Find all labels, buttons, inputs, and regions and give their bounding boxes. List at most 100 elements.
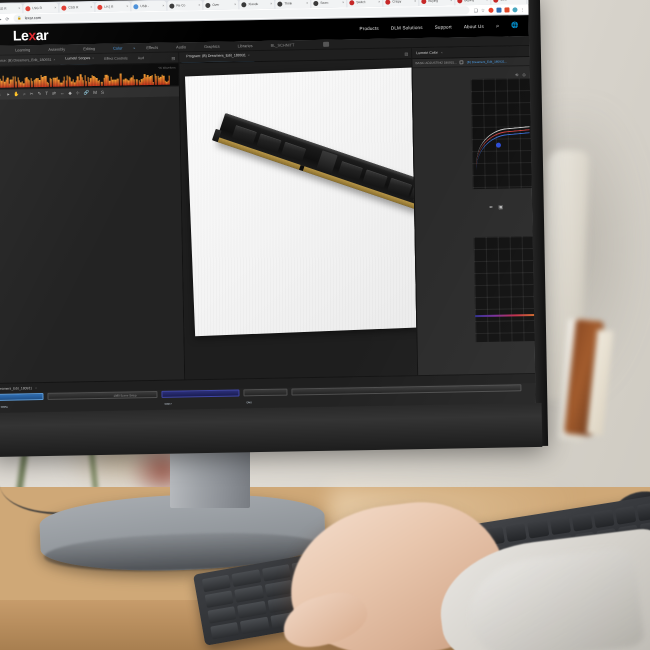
type-icon[interactable]: T: [45, 91, 48, 97]
extension-bag-icon[interactable]: [496, 7, 501, 12]
browser-tab[interactable]: Xiaodu ×: [239, 0, 274, 9]
search-icon[interactable]: ⌕: [496, 23, 499, 29]
reload-icon[interactable]: ⟳: [5, 16, 9, 21]
browser-tab[interactable]: Switch ×: [347, 0, 382, 7]
globe-icon[interactable]: 🌐: [511, 23, 519, 29]
workspace-graphics[interactable]: Graphics: [195, 41, 229, 52]
tab-close-icon[interactable]: ×: [18, 6, 20, 10]
razor-icon[interactable]: ✂: [30, 91, 34, 97]
workspace-bl-schnitt[interactable]: BL_SCHNITT: [261, 40, 303, 51]
rate-icon[interactable]: ↔: [60, 91, 65, 97]
hue-saturation-graph[interactable]: [474, 236, 536, 342]
tab-close-icon[interactable]: ×: [414, 0, 416, 3]
bookmark-icon[interactable]: ❏: [474, 7, 478, 12]
browser-tab[interactable]: Think ×: [275, 0, 310, 9]
workspace-options-icon[interactable]: [323, 42, 329, 47]
nav-item-support[interactable]: Support: [435, 24, 452, 30]
browser-tab[interactable]: Buying ×: [455, 0, 490, 5]
extension-red-icon[interactable]: [488, 7, 493, 12]
tab-close-icon[interactable]: ×: [270, 2, 272, 6]
auto-icon[interactable]: ⊙: [522, 72, 525, 77]
eyedropper-icon[interactable]: ✒: [489, 205, 493, 211]
tab-close-icon[interactable]: ×: [248, 50, 250, 61]
pointer-icon[interactable]: ▸: [7, 92, 9, 98]
hand-icon[interactable]: ✋: [14, 91, 20, 97]
tab-close-icon[interactable]: ×: [90, 5, 92, 9]
snap-icon[interactable]: ⊹: [76, 90, 80, 96]
tab-source-monitor[interactable]: Source: (B) Dreamers_Edit_180931 ×: [0, 54, 60, 66]
tab-close-icon[interactable]: ×: [522, 0, 524, 1]
tab-effect-controls[interactable]: Effect Controls: [99, 53, 133, 65]
forward-icon[interactable]: ▶: [0, 16, 2, 21]
tab-lumetri-scopes[interactable]: Lumetri Scopes ×: [60, 53, 99, 66]
browser-tab[interactable]: CSG R ×: [59, 2, 94, 13]
ripple-icon[interactable]: ⇄: [52, 91, 56, 97]
browser-tab[interactable]: CSG R ×: [0, 3, 22, 14]
menu-icon[interactable]: ⋮: [520, 7, 525, 12]
curve-tools: ✒ ▣: [489, 205, 503, 211]
link-icon[interactable]: 🔗: [84, 90, 90, 96]
workspace-libraries[interactable]: Libraries: [229, 40, 262, 51]
browser-tab[interactable]: Crispy ×: [383, 0, 418, 7]
ram-gold-contacts: [218, 137, 418, 214]
program-monitor-canvas[interactable]: 00:00:14:03 Fit ¼ ⚙ ⟦⟧ ⌸: [179, 59, 417, 411]
workspace-editing[interactable]: Editing: [74, 43, 104, 54]
tab-close-icon[interactable]: ×: [198, 3, 200, 7]
browser-tab[interactable]: LH.] R ×: [95, 1, 130, 12]
workspace-learning[interactable]: Learning: [6, 45, 39, 56]
curve-control-point[interactable]: [496, 143, 501, 148]
tab-audio[interactable]: Aud: [133, 53, 150, 64]
tab-close-icon[interactable]: ×: [35, 386, 37, 390]
tab-close-icon[interactable]: ×: [53, 54, 55, 65]
tab-favicon: [313, 0, 318, 5]
workspace-audio[interactable]: Audio: [167, 42, 195, 53]
browser-tab[interactable]: Re Co ×: [167, 0, 202, 11]
browser-tab[interactable]: LSG R ×: [23, 3, 58, 14]
tab-favicon: [169, 3, 174, 8]
tab-close-icon[interactable]: ×: [92, 53, 94, 64]
lumetri-toggle-checkbox[interactable]: [460, 60, 464, 64]
tab-close-icon[interactable]: ×: [306, 1, 308, 5]
solo-icon[interactable]: S: [101, 90, 104, 96]
profile-icon[interactable]: [512, 7, 517, 12]
extension-orange-icon[interactable]: [504, 7, 509, 12]
browser-tab[interactable]: Searc ×: [311, 0, 346, 8]
nav-item-dlm-solutions[interactable]: DLM Solutions: [391, 25, 423, 32]
workspace-color[interactable]: Color: [104, 43, 131, 53]
workspace-effects[interactable]: Effects: [137, 42, 167, 53]
tab-close-icon[interactable]: ×: [162, 4, 164, 8]
tab-close-icon[interactable]: ×: [450, 0, 452, 2]
mute-icon[interactable]: M: [93, 90, 97, 96]
tab-close-icon[interactable]: ×: [486, 0, 488, 2]
reset-icon[interactable]: ⟲: [515, 72, 518, 77]
tab-close-icon[interactable]: ×: [234, 2, 236, 6]
tab-close-icon[interactable]: ×: [54, 6, 56, 10]
pen-icon[interactable]: ✎: [38, 91, 42, 97]
tab-favicon: [277, 1, 282, 6]
tab-close-icon[interactable]: ×: [126, 4, 128, 8]
timeline-title: Dreamers_Edit_180931: [0, 386, 32, 391]
zoom-icon[interactable]: ⌕: [23, 91, 26, 97]
tab-close-icon[interactable]: ×: [441, 51, 443, 55]
monitor-stand-neck: [170, 446, 250, 508]
browser-tab[interactable]: Over ×: [491, 0, 526, 5]
panel-menu-icon[interactable]: ▤: [401, 51, 411, 56]
timeline-clip[interactable]: DNS: [243, 389, 287, 397]
marker-icon[interactable]: ◆: [68, 90, 72, 96]
workspace-assembly[interactable]: Assembly: [39, 44, 74, 55]
tab-close-icon[interactable]: ×: [342, 0, 344, 4]
browser-tab[interactable]: Buying ×: [419, 0, 454, 6]
browser-tab[interactable]: Over ×: [203, 0, 238, 10]
timeline-clip[interactable]: [47, 391, 157, 400]
panel-menu-icon[interactable]: ▤: [168, 55, 178, 60]
timeline-clip[interactable]: C0051: [0, 393, 44, 401]
nav-item-products[interactable]: Products: [359, 25, 378, 31]
timeline-clip[interactable]: C0077: [161, 389, 239, 397]
nav-item-about-us[interactable]: About Us: [464, 23, 484, 29]
clip-label: C0051: [0, 406, 8, 409]
lexar-logo[interactable]: Lexar: [13, 27, 49, 42]
curve-reset-icon[interactable]: ▣: [498, 205, 503, 211]
browser-tab[interactable]: USB - ×: [131, 1, 166, 12]
star-icon[interactable]: ☆: [481, 7, 485, 12]
tab-close-icon[interactable]: ×: [378, 0, 380, 4]
